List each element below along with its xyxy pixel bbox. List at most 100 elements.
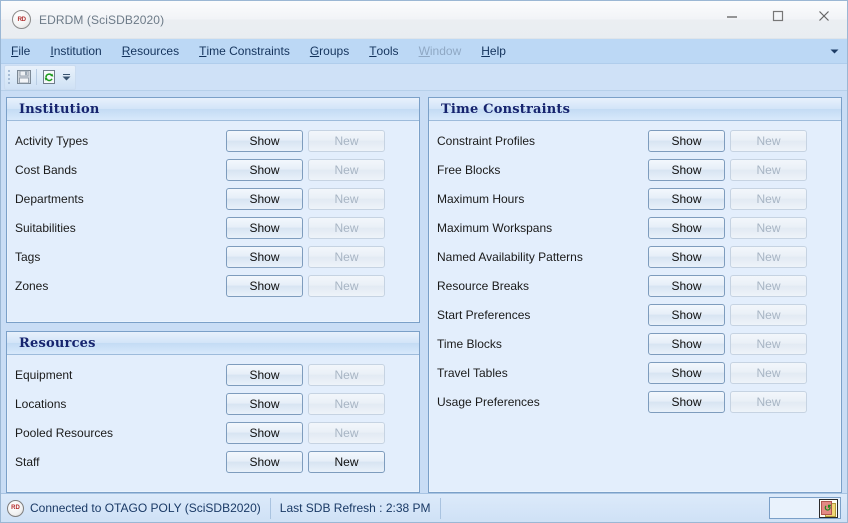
edrdm-status-icon: RD [7, 499, 24, 517]
new-button: New [730, 129, 807, 152]
chevron-down-icon[interactable] [830, 39, 839, 63]
refresh-button[interactable] [38, 67, 60, 88]
toolbar-separator [36, 69, 37, 85]
edrdm-app-icon: RD [12, 10, 31, 29]
show-button[interactable]: Show [226, 274, 303, 297]
menu-item-file[interactable]: File [1, 39, 40, 63]
row-buttons: Show New [648, 390, 841, 413]
show-button[interactable]: Show [226, 129, 303, 152]
new-button: New [730, 303, 807, 326]
row-activity-types: Activity Types Show New [7, 126, 419, 155]
row-staff: Staff Show New [7, 447, 419, 476]
row-usage-preferences: Usage Preferences Show New [429, 387, 841, 416]
show-button[interactable]: Show [648, 361, 725, 384]
status-bar: RD Connected to OTAGO POLY (SciSDB2020) … [1, 493, 847, 522]
panel-body-time-constraints: Constraint Profiles Show New Free Blocks Sho… [429, 121, 841, 492]
row-label: Tags [15, 249, 41, 264]
row-label: Time Blocks [437, 336, 502, 351]
row-label: Suitabilities [15, 220, 76, 235]
show-button[interactable]: Show [648, 332, 725, 355]
row-departments: Departments Show New [7, 184, 419, 213]
show-button[interactable]: Show [226, 363, 303, 386]
left-column: Institution Activity Types Show New Cost Ba… [6, 97, 420, 493]
show-button[interactable]: Show [648, 390, 725, 413]
new-button: New [308, 363, 385, 386]
show-button[interactable]: Show [226, 216, 303, 239]
row-label: Constraint Profiles [437, 133, 536, 148]
panel-body-institution: Activity Types Show New Cost Bands Show New De… [7, 121, 419, 322]
row-maximum-hours: Maximum Hours Show New [429, 184, 841, 213]
menu-item-groups[interactable]: Groups [300, 39, 359, 63]
row-label: Resource Breaks [437, 278, 530, 293]
show-button[interactable]: Show [226, 187, 303, 210]
row-label: Equipment [15, 367, 73, 382]
row-buttons: Show New [226, 129, 419, 152]
show-button[interactable]: Show [648, 274, 725, 297]
row-label: Free Blocks [437, 162, 501, 177]
show-button[interactable]: Show [226, 421, 303, 444]
row-time-blocks: Time Blocks Show New [429, 329, 841, 358]
show-button[interactable]: Show [648, 245, 725, 268]
row-equipment: Equipment Show New [7, 360, 419, 389]
right-column: Time Constraints Constraint Profiles Show… [428, 97, 842, 493]
panel-header-institution: Institution [7, 98, 419, 121]
toolbar-overflow-icon[interactable] [60, 67, 73, 88]
status-sync-panel[interactable]: ↺ [769, 497, 841, 519]
new-button: New [308, 187, 385, 210]
row-label: Maximum Workspans [437, 220, 553, 235]
row-buttons: Show New [648, 274, 841, 297]
show-button[interactable]: Show [648, 187, 725, 210]
row-label: Activity Types [15, 133, 89, 148]
show-button[interactable]: Show [226, 392, 303, 415]
status-last-refresh-text: Last SDB Refresh : 2:38 PM [279, 501, 431, 515]
sync-refresh-icon[interactable]: ↺ [819, 498, 838, 518]
panel-title: Resources [19, 335, 96, 351]
new-button[interactable]: New [308, 450, 385, 473]
close-icon[interactable] [801, 1, 847, 30]
new-button: New [730, 274, 807, 297]
menu-item-institution[interactable]: Institution [40, 39, 111, 63]
new-button: New [730, 390, 807, 413]
row-named-availability-patterns: Named Availability Patterns Show New [429, 242, 841, 271]
panel-time-constraints: Time Constraints Constraint Profiles Show… [428, 97, 842, 493]
menu-item-resources[interactable]: Resources [112, 39, 189, 63]
row-label: Staff [15, 454, 40, 469]
status-connection: RD Connected to OTAGO POLY (SciSDB2020) [1, 497, 271, 519]
menu-item-help[interactable]: Help [471, 39, 516, 63]
show-button[interactable]: Show [648, 216, 725, 239]
row-zones: Zones Show New [7, 271, 419, 300]
row-label: Zones [15, 278, 49, 293]
minimize-icon[interactable] [709, 1, 755, 30]
show-button[interactable]: Show [648, 129, 725, 152]
row-free-blocks: Free Blocks Show New [429, 155, 841, 184]
row-buttons: Show New [226, 421, 419, 444]
row-label: Start Preferences [437, 307, 531, 322]
row-buttons: Show New [648, 187, 841, 210]
maximize-icon[interactable] [755, 1, 801, 30]
menu-item-tools[interactable]: Tools [359, 39, 408, 63]
menu-item-window: Window [418, 44, 462, 58]
row-label: Named Availability Patterns [437, 249, 583, 264]
new-button: New [308, 158, 385, 181]
row-buttons: Show New [648, 129, 841, 152]
save-floppy-icon [17, 70, 31, 84]
new-button: New [308, 129, 385, 152]
row-buttons: Show New [226, 392, 419, 415]
menu-item-time-constraints[interactable]: Time Constraints [189, 39, 300, 63]
show-button[interactable]: Show [648, 158, 725, 181]
show-button[interactable]: Show [226, 158, 303, 181]
show-button[interactable]: Show [226, 245, 303, 268]
new-button: New [730, 216, 807, 239]
row-buttons: Show New [226, 245, 419, 268]
save-button[interactable] [13, 67, 35, 88]
show-button[interactable]: Show [226, 450, 303, 473]
row-label: Cost Bands [15, 162, 78, 177]
show-button[interactable]: Show [648, 303, 725, 326]
panel-title: Time Constraints [441, 101, 571, 117]
new-button: New [730, 361, 807, 384]
toolbar-grip[interactable] [5, 68, 13, 86]
row-buttons: Show New [648, 361, 841, 384]
new-button: New [730, 332, 807, 355]
row-buttons: Show New [226, 187, 419, 210]
row-travel-tables: Travel Tables Show New [429, 358, 841, 387]
